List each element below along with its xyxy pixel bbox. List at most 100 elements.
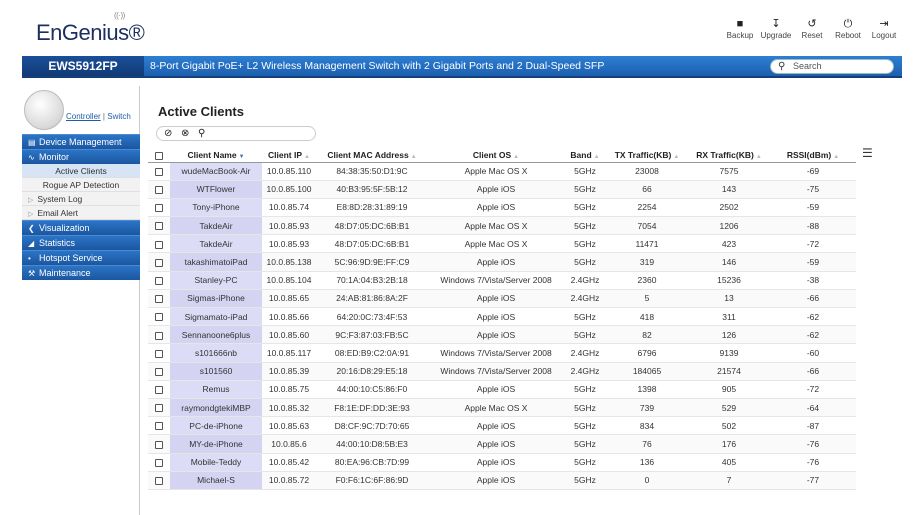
reset-button[interactable]: ↺ Reset [794, 18, 830, 40]
row-checkbox-cell[interactable] [148, 216, 170, 236]
column-header[interactable]: TX Traffic(KB) ▲ [606, 148, 688, 163]
disable-icon[interactable]: ⊘ [164, 128, 172, 139]
rx-traffic-cell: 423 [688, 234, 770, 254]
table-row[interactable]: takashimatoiPad 10.0.85.138 5C:96:9D:9E:FF… [148, 252, 856, 272]
row-checkbox-cell[interactable] [148, 362, 170, 381]
row-checkbox[interactable] [155, 477, 163, 486]
column-header[interactable]: RX Traffic(KB) ▲ [688, 148, 770, 163]
table-row[interactable]: MY-de-iPhone 10.0.85.6 44:00:10:D8:5B:E3 Ap… [148, 434, 856, 454]
row-checkbox-cell[interactable] [148, 271, 170, 290]
table-row[interactable]: TakdeAir 10.0.85.93 48:D7:05:DC:6B:B1 Apple… [148, 216, 856, 236]
row-checkbox-cell[interactable] [148, 380, 170, 399]
reboot-button[interactable]: ⏻ Reboot [830, 18, 866, 40]
sidebar-item-system-log[interactable]: ▷ System Log [22, 192, 140, 206]
row-checkbox[interactable] [155, 222, 163, 231]
row-checkbox[interactable] [155, 349, 163, 358]
column-header[interactable]: Client MAC Address ▲ [316, 148, 428, 163]
row-checkbox-cell[interactable] [148, 180, 170, 199]
row-checkbox-cell[interactable] [148, 307, 170, 327]
row-checkbox-cell[interactable] [148, 252, 170, 272]
select-all-checkbox[interactable] [148, 148, 170, 163]
switch-link[interactable]: Switch [107, 112, 131, 121]
table-row[interactable]: s101666nb 10.0.85.117 08:ED:B9:C2:0A:91 Win… [148, 343, 856, 363]
column-header[interactable]: Client OS ▲ [428, 148, 564, 163]
row-checkbox-cell[interactable] [148, 416, 170, 436]
menu-device-management[interactable]: ▤ Device Management [22, 134, 140, 149]
sidebar-item-email-alert[interactable]: ▷ Email Alert [22, 206, 140, 220]
column-menu-icon[interactable]: ☰ [862, 146, 873, 160]
row-checkbox-cell[interactable] [148, 343, 170, 363]
menu-hotspot-service[interactable]: • Hotspot Service [22, 250, 140, 265]
share-icon: ❮ [28, 224, 35, 233]
row-checkbox[interactable] [155, 258, 163, 267]
row-checkbox-cell[interactable] [148, 289, 170, 309]
row-checkbox[interactable] [155, 167, 163, 176]
row-checkbox[interactable] [155, 276, 163, 285]
menu-visualization[interactable]: ❮ Visualization [22, 220, 140, 235]
table-row[interactable]: Mobile-Teddy 10.0.85.42 80:EA:96:CB:7D:99 A… [148, 453, 856, 472]
table-row[interactable]: Stanley-PC 10.0.85.104 70:1A:04:B3:2B:18 Wi… [148, 271, 856, 290]
logo-text: EnGenius® [36, 20, 145, 45]
row-checkbox[interactable] [155, 422, 163, 431]
client-mac-cell: 64:20:0C:73:4F:53 [316, 307, 428, 327]
table-row[interactable]: Sigmamato-iPad 10.0.85.66 64:20:0C:73:4F:5… [148, 307, 856, 327]
row-checkbox[interactable] [155, 331, 163, 340]
table-row[interactable]: Tony-iPhone 10.0.85.74 E8:8D:28:31:89:19 Ap… [148, 198, 856, 218]
table-row[interactable]: Remus 10.0.85.75 44:00:10:C5:86:F0 Apple iO… [148, 380, 856, 399]
search-input[interactable]: ⚲ Search [770, 59, 894, 74]
table-row[interactable]: WTFlower 10.0.85.100 40:B3:95:5F:5B:12 Appl… [148, 180, 856, 199]
row-checkbox-cell[interactable] [148, 471, 170, 490]
row-checkbox[interactable] [155, 367, 163, 376]
row-checkbox-cell[interactable] [148, 234, 170, 254]
table-row[interactable]: Michael-S 10.0.85.72 F0:F6:1C:6F:86:9D Appl… [148, 471, 856, 490]
row-checkbox-cell[interactable] [148, 325, 170, 345]
row-checkbox-cell[interactable] [148, 398, 170, 418]
table-row[interactable]: wudeMacBook-Air 10.0.85.110 84:38:35:50:D1… [148, 162, 856, 181]
table-row[interactable]: Sigmas-iPhone 10.0.85.65 24:AB:81:86:8A:2F… [148, 289, 856, 309]
menu-monitor[interactable]: ∿ Monitor [22, 149, 140, 164]
row-checkbox[interactable] [155, 295, 163, 304]
column-header[interactable]: Client Name ▼ [170, 148, 262, 163]
checkbox[interactable] [155, 151, 163, 160]
row-checkbox-cell[interactable] [148, 162, 170, 181]
client-mac-cell: 48:D7:05:DC:6B:B1 [316, 234, 428, 254]
logout-button[interactable]: ⇥ Logout [866, 18, 902, 40]
controller-link[interactable]: Controller [66, 112, 101, 121]
column-header[interactable]: Client IP ▲ [262, 148, 316, 163]
row-checkbox[interactable] [155, 458, 163, 467]
row-checkbox[interactable] [155, 240, 163, 249]
row-checkbox[interactable] [155, 313, 163, 322]
row-checkbox[interactable] [155, 204, 163, 213]
sidebar-item-active-clients[interactable]: Active Clients [22, 164, 140, 178]
menu-statistics[interactable]: ◢ Statistics [22, 235, 140, 250]
rx-traffic-cell: 126 [688, 325, 770, 345]
row-checkbox-cell[interactable] [148, 198, 170, 218]
search-icon[interactable]: ⚲ [198, 128, 205, 139]
sidebar-item-rogue-ap[interactable]: Rogue AP Detection [22, 178, 140, 192]
tx-traffic-cell: 418 [606, 307, 688, 327]
row-checkbox[interactable] [155, 186, 163, 195]
row-checkbox[interactable] [155, 440, 163, 449]
column-header[interactable]: Band ▲ [564, 148, 606, 163]
table-row[interactable]: Sennanoone6plus 10.0.85.60 9C:F3:87:03:FB:… [148, 325, 856, 345]
nav-menu: ▤ Device Management ∿ Monitor Active Clien… [22, 134, 140, 280]
table-row[interactable]: PC-de-iPhone 10.0.85.63 D8:CF:9C:7D:70:65 A… [148, 416, 856, 436]
menu-maintenance[interactable]: ⚒ Maintenance [22, 265, 140, 280]
row-checkbox-cell[interactable] [148, 453, 170, 472]
client-name-cell: Sigmamato-iPad [170, 307, 262, 327]
model-description: 8-Port Gigabit PoE+ L2 Wireless Manageme… [150, 60, 605, 72]
table-row[interactable]: raymondgtekiMBP 10.0.85.32 F8:1E:DF:DD:3E:… [148, 398, 856, 418]
monitor-screen-icon: ▤ [28, 138, 36, 147]
upgrade-button[interactable]: ↧ Upgrade [758, 18, 794, 40]
kick-icon[interactable]: ⊗ [181, 128, 189, 139]
client-ip-cell: 10.0.85.75 [262, 380, 316, 399]
row-checkbox-cell[interactable] [148, 434, 170, 454]
backup-button[interactable]: ■ Backup [722, 18, 758, 40]
table-row[interactable]: TakdeAir 10.0.85.93 48:D7:05:DC:6B:B1 Apple… [148, 234, 856, 254]
band-cell: 5GHz [564, 471, 606, 490]
column-header[interactable]: RSSI(dBm) ▲ [770, 148, 856, 163]
column-label: RX Traffic(KB) [696, 149, 754, 160]
table-row[interactable]: s101560 10.0.85.39 20:16:D8:29:E5:18 Window… [148, 362, 856, 381]
row-checkbox[interactable] [155, 386, 163, 395]
row-checkbox[interactable] [155, 404, 163, 413]
